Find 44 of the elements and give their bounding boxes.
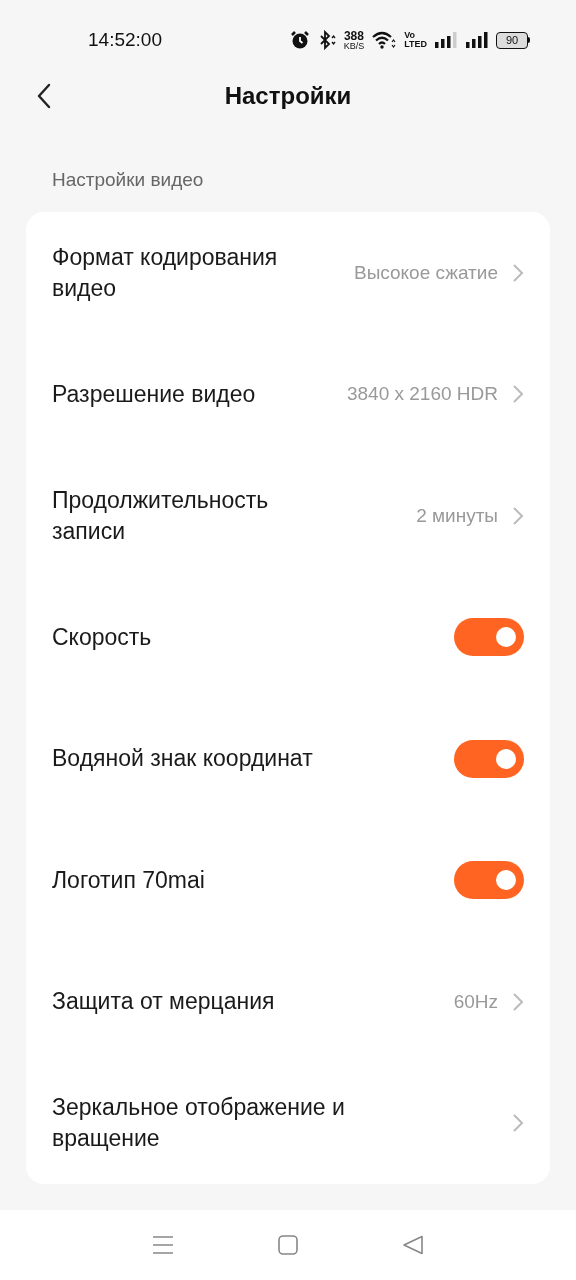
setting-label: Логотип 70mai	[52, 865, 206, 895]
toggle-switch[interactable]	[454, 861, 524, 900]
section-label: Настройки видео	[52, 169, 204, 190]
speed-value: 388	[343, 29, 364, 42]
settings-row[interactable]: Разрешение видео 3840 x 2160 HDR	[26, 333, 550, 455]
settings-row[interactable]: Зеркальное отображение и вращение	[26, 1062, 550, 1184]
setting-label: Продолжительность записи	[52, 485, 270, 546]
setting-label: Зеркальное отображение и вращение	[52, 1093, 346, 1154]
setting-label: Скорость	[52, 622, 153, 652]
chevron-icon	[512, 262, 524, 283]
settings-row[interactable]: Водяной знак координат	[26, 698, 550, 820]
setting-label: Защита от мерцания	[52, 987, 275, 1017]
setting-value: Высокое сжатие	[354, 260, 498, 285]
home-icon[interactable]	[278, 1235, 298, 1255]
signal-icon	[434, 30, 458, 50]
back-icon	[36, 83, 52, 109]
setting-label: Формат кодирования видео	[52, 242, 279, 303]
setting-label: Разрешение видео	[52, 379, 256, 409]
settings-row[interactable]: Формат кодирования видео Высокое сжатие	[26, 212, 550, 334]
toggle-switch[interactable]	[454, 618, 524, 657]
settings-row[interactable]: Продолжительность записи 2 минуты	[26, 455, 550, 577]
settings-row[interactable]: Защита от мерцания 60Hz	[26, 941, 550, 1063]
settings-row[interactable]: Логотип 70mai	[26, 819, 550, 941]
settings-row[interactable]: Скорость	[26, 576, 550, 698]
chevron-icon	[512, 384, 524, 405]
signal-icon	[465, 30, 489, 50]
setting-value: 3840 x 2160 HDR	[346, 382, 498, 406]
battery-indicator: 90	[496, 31, 530, 49]
chevron-icon	[512, 1113, 524, 1134]
volte-label: Vo	[404, 31, 415, 40]
page-title: Настройки	[224, 81, 352, 111]
chevron-icon	[512, 505, 524, 526]
setting-label: Водяной знак координат	[52, 744, 314, 774]
alarm-icon	[289, 30, 310, 50]
setting-value: 60Hz	[453, 989, 498, 1014]
speed-unit: KB/S	[343, 41, 365, 51]
toggle-switch[interactable]	[454, 739, 524, 778]
clock-time: 14:52:00	[88, 27, 162, 52]
back-icon[interactable]	[402, 1235, 424, 1255]
setting-value: 2 минуты	[416, 503, 498, 528]
volte-label: LTED	[404, 40, 427, 49]
menu-icon[interactable]	[152, 1235, 174, 1255]
chevron-icon	[512, 991, 524, 1012]
wifi-icon	[371, 30, 398, 50]
